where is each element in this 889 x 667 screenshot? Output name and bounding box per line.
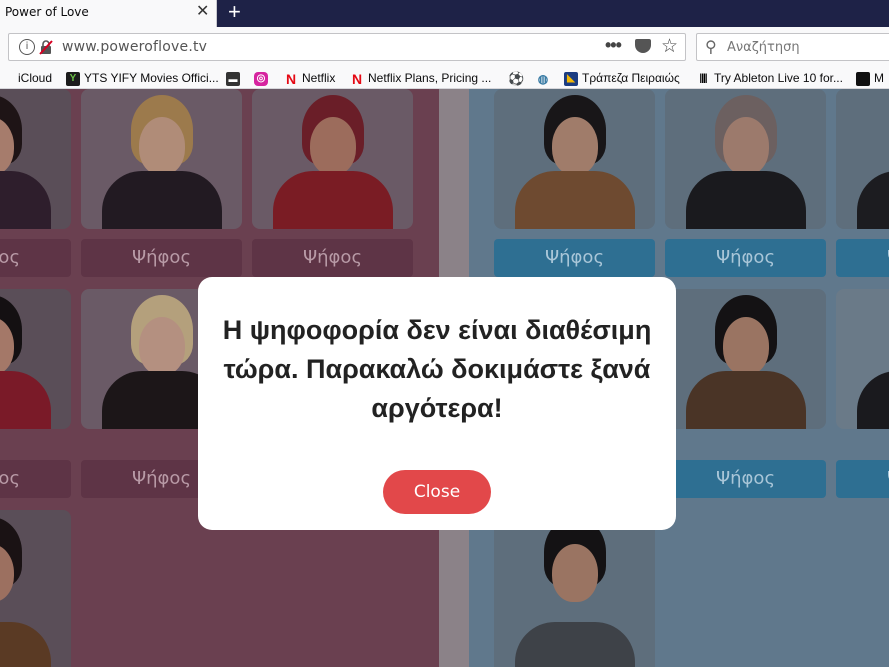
vote-button[interactable]: Ψήφος [665,239,826,277]
bookmark-icloud[interactable]: iCloud [2,70,52,86]
search-icon: ⚲ [705,39,717,56]
yts-icon: Y [66,71,80,86]
bookmark-label: Netflix Plans, Pricing ... [368,71,492,85]
insecure-lock-icon[interactable] [39,39,53,55]
bookmark-label: Try Ableton Live 10 for... [714,71,843,85]
bookmark-star-icon[interactable]: ☆ [661,35,678,58]
search-box[interactable]: ⚲ Αναζήτηση [696,33,889,61]
dialog-message: Η ψηφοφορία δεν είναι διαθέσιμη τώρα. Πα… [222,315,652,423]
bookmark-netflix[interactable]: N Netflix [284,70,335,86]
pocket-icon[interactable] [635,39,651,53]
vote-button[interactable]: Ψήφος [0,460,71,498]
bookmark-label: YTS YIFY Movies Offici... [84,71,219,85]
ableton-icon: |||| [699,72,707,84]
bookmark-netflix-plans[interactable]: N Netflix Plans, Pricing ... [350,70,491,86]
contestant-card[interactable] [0,510,71,667]
bookmark-label: M [874,71,884,85]
contestant-card[interactable] [252,89,413,229]
vote-button[interactable]: Ψήφος [665,460,826,498]
info-icon[interactable]: i [19,39,35,55]
search-placeholder: Αναζήτηση [727,40,800,55]
contestant-card[interactable] [665,89,826,229]
piraeus-bank-icon: ◣ [564,71,578,86]
browser-tab[interactable]: Power of Love ✕ [0,0,217,27]
netflix-icon: N [285,70,297,87]
bookmark-label: iCloud [18,71,53,85]
vote-button[interactable]: Ψήφος [494,239,655,277]
bookmark-soccer[interactable]: ⚽ [508,70,526,86]
bookmark-icon [856,71,870,86]
tab-title: Power of Love [5,5,89,19]
bookmark-item[interactable]: ◍ [536,70,554,86]
contestant-card[interactable] [836,89,889,229]
contestant-card[interactable] [0,89,71,229]
bookmark-item[interactable]: M [856,70,884,86]
vote-button[interactable]: Ψήφος [252,239,413,277]
netflix-icon: N [351,70,363,87]
bookmark-label: Netflix [302,71,336,85]
vote-button[interactable]: Ψήφος [836,460,889,498]
tab-bar: Power of Love ✕ + [0,0,889,27]
bookmark-label: Τράπεζα Πειραιώς [582,71,680,85]
bookmark-item[interactable]: ▬ [226,70,244,86]
page-actions-icon[interactable]: ••• [605,35,622,56]
voting-unavailable-dialog: Η ψηφοφορία δεν είναι διαθέσιμη τώρα. Πα… [198,277,676,530]
contestant-card[interactable] [494,89,655,229]
bookmark-icon: ▬ [226,71,240,86]
vote-button[interactable]: Ψήφος [81,239,242,277]
instagram-icon: ◎ [254,71,268,86]
navigation-bar: i www.poweroflove.tv ••• ☆ ⚲ Αναζήτηση [0,27,889,67]
contestant-card[interactable] [494,510,655,667]
contestant-card[interactable] [0,289,71,429]
vote-button[interactable]: Ψήφος [0,239,71,277]
bookmark-icon: ◍ [537,71,549,86]
apple-icon [2,72,14,86]
close-tab-icon[interactable]: ✕ [196,3,209,21]
vote-button[interactable]: Ψήφος [836,239,889,277]
close-button[interactable]: Close [383,470,491,514]
bookmark-piraeus-bank[interactable]: ◣ Τράπεζα Πειραιώς [564,70,680,86]
bookmark-ableton[interactable]: |||| Try Ableton Live 10 for... [696,70,843,86]
contestant-card[interactable] [836,289,889,429]
contestant-card[interactable] [81,89,242,229]
contestant-card[interactable] [665,289,826,429]
address-bar[interactable]: i www.poweroflove.tv ••• ☆ [8,33,686,61]
url-text[interactable]: www.poweroflove.tv [62,39,207,55]
bookmarks-toolbar: iCloud Y YTS YIFY Movies Offici... ▬ ◎ NN… [0,67,889,89]
bookmark-instagram[interactable]: ◎ [254,70,272,86]
soccer-ball-icon: ⚽ [508,70,525,86]
bookmark-yts[interactable]: Y YTS YIFY Movies Offici... [66,70,219,86]
page-content: Ψήφος Ψήφος Ψήφος Ψήφος Ψήφος [0,89,889,667]
new-tab-icon[interactable]: + [228,0,241,24]
